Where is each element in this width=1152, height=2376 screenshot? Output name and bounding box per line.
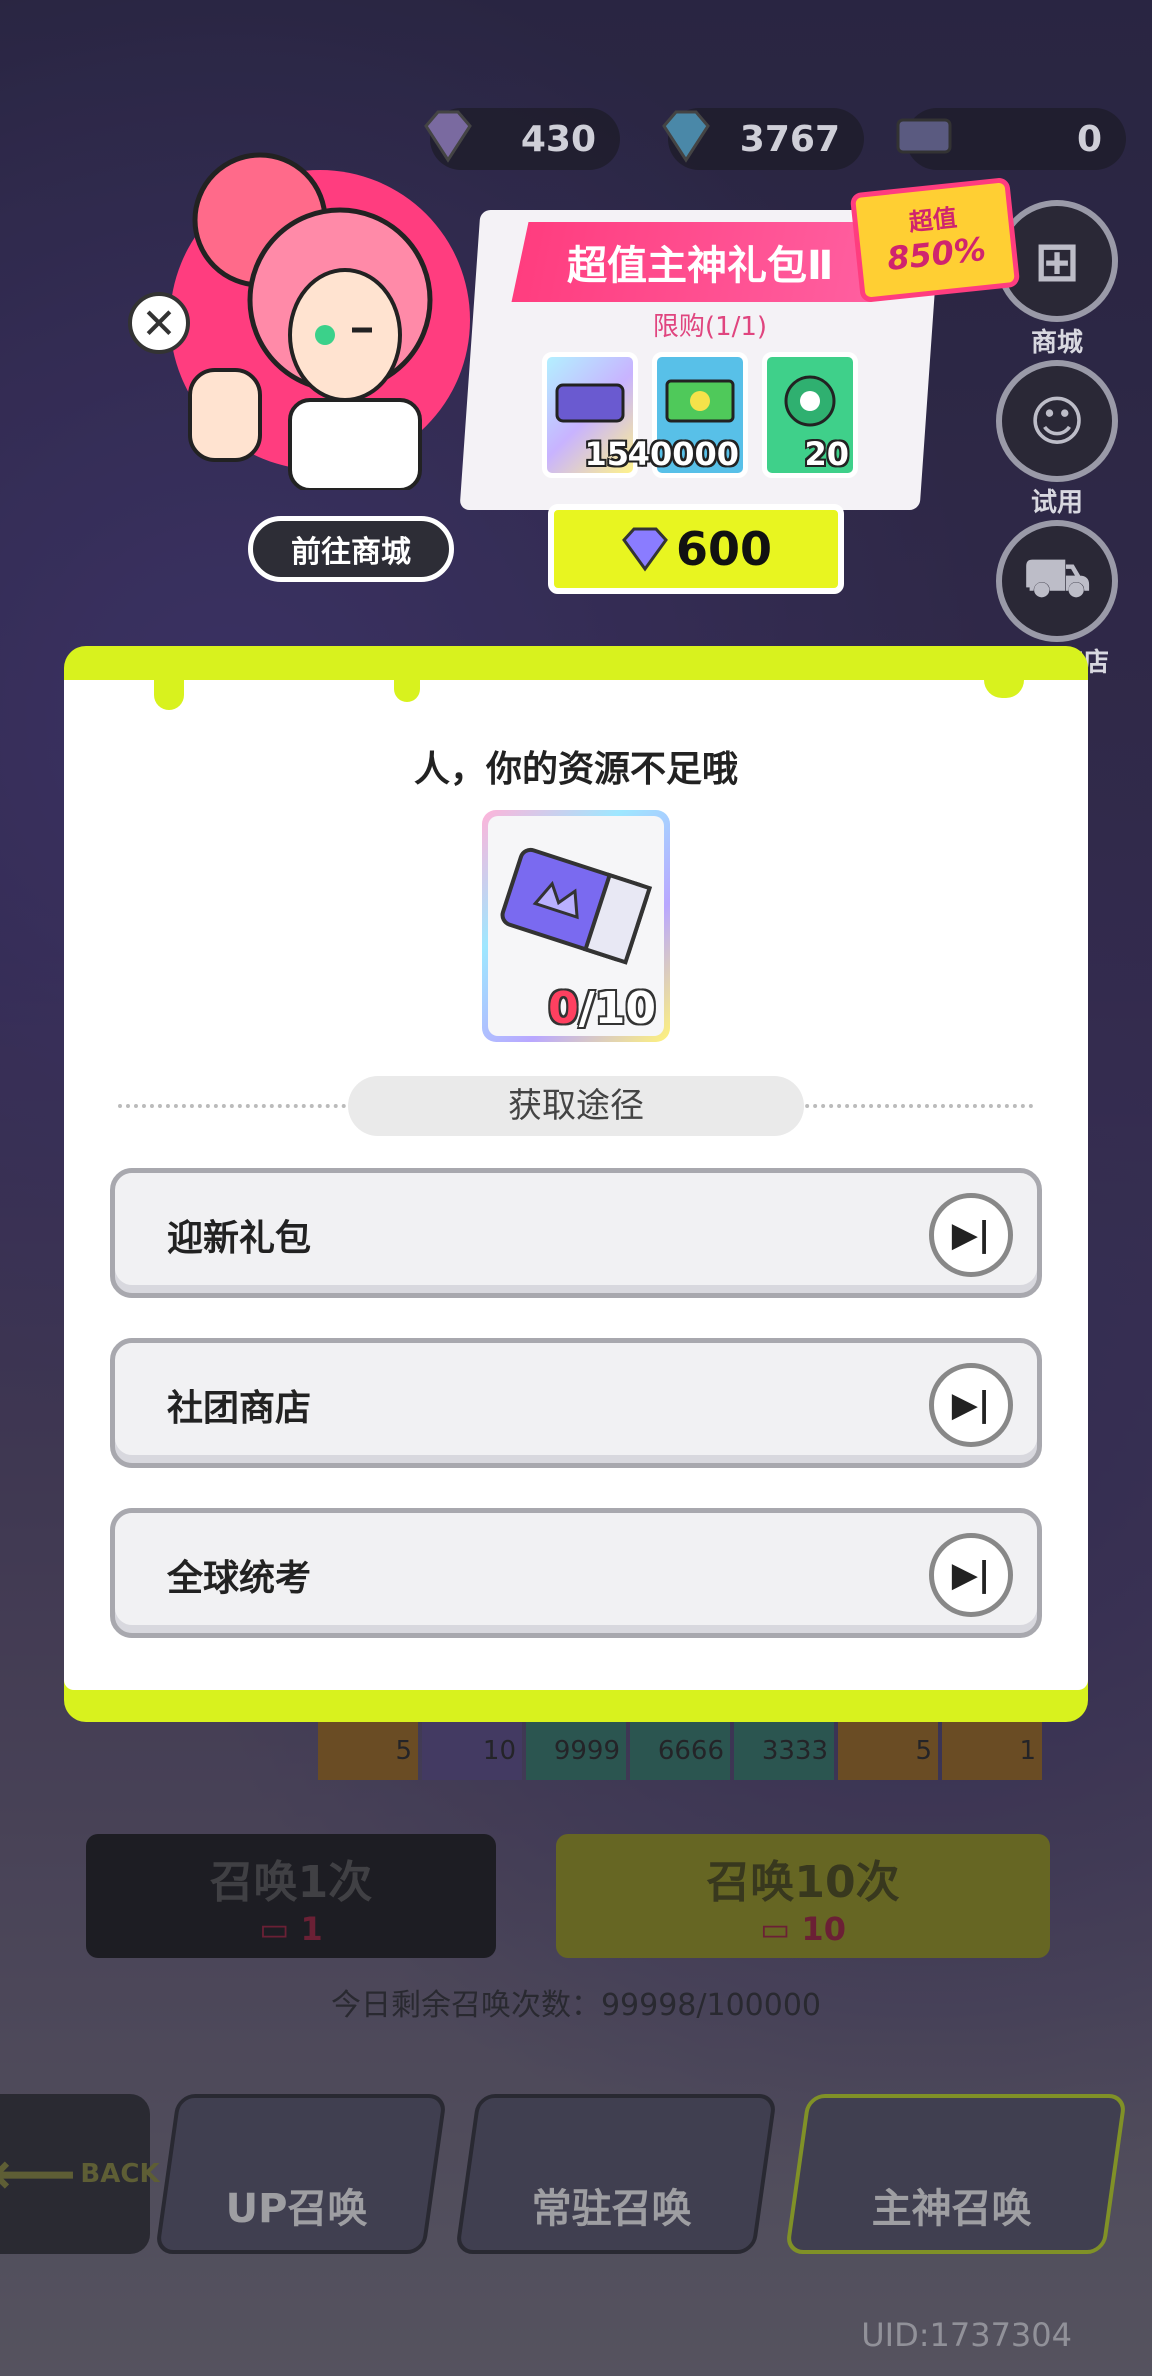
ticket-required: /10 xyxy=(578,983,656,1034)
skip-forward-icon: ▶| xyxy=(951,1555,991,1595)
route-row-global-exam[interactable]: 全球统考 ▶| xyxy=(110,1508,1042,1638)
gift-item-coin: 20 xyxy=(762,352,858,478)
dialog-title: 人，你的资源不足哦 xyxy=(413,749,738,790)
close-promo-button[interactable]: ✕ xyxy=(128,292,190,354)
skip-forward-icon: ▶| xyxy=(951,1215,991,1255)
gift-item-cash: 40000 xyxy=(628,352,748,478)
gift-item-count: 20 xyxy=(804,435,849,473)
currency-blue-gem: 3767 xyxy=(662,108,864,170)
side-trial-button[interactable]: ☺ 试用 xyxy=(992,360,1122,519)
go-to-route-button[interactable]: ▶| xyxy=(929,1363,1013,1447)
currency-value: 430 xyxy=(520,118,596,160)
go-to-route-button[interactable]: ▶| xyxy=(929,1533,1013,1617)
route-label: 全球统考 xyxy=(167,1558,312,1599)
currency-value: 0 xyxy=(1076,118,1102,160)
goto-shop-button[interactable]: 前往商城 xyxy=(248,516,454,582)
skip-forward-icon: ▶| xyxy=(951,1385,991,1425)
purchase-limit: 限购(1/1) xyxy=(652,312,768,342)
ticket-icon xyxy=(896,118,952,154)
route-row-welcome-pack[interactable]: 迎新礼包 ▶| xyxy=(110,1168,1042,1298)
blue-gem-icon xyxy=(662,110,710,163)
trial-person-icon: ☺ xyxy=(996,360,1118,482)
route-label: 迎新礼包 xyxy=(167,1218,312,1259)
acquire-routes-label: 获取途径 xyxy=(348,1076,804,1136)
route-label: 社团商店 xyxy=(167,1388,312,1429)
currency-ticket: 0 xyxy=(896,108,1126,170)
ticket-icon xyxy=(555,383,625,423)
cart-icon: ⛟ xyxy=(996,520,1118,642)
gift-item-count: 40000 xyxy=(627,435,739,473)
cash-icon xyxy=(665,379,735,423)
gift-item-count: 15 xyxy=(584,435,629,473)
slime-drip xyxy=(984,680,1024,698)
diamond-icon xyxy=(622,527,668,572)
ticket-progress: 0/10 xyxy=(548,983,656,1034)
required-ticket-card: 0/10 xyxy=(482,810,670,1042)
gift-item-ticket: 15 xyxy=(542,352,638,478)
price-value: 600 xyxy=(675,522,773,576)
promo-title-text: 超值主神礼包Ⅱ xyxy=(566,243,834,289)
buy-price-button[interactable]: 600 xyxy=(548,504,844,594)
currency-value: 3767 xyxy=(739,118,840,160)
mascot-girl-illustration xyxy=(170,152,470,490)
side-trial-label: 试用 xyxy=(1030,488,1083,518)
summon-ticket-icon xyxy=(500,847,653,965)
close-icon: ✕ xyxy=(141,298,177,348)
shop-bag-icon: ⊞ xyxy=(996,200,1118,322)
coin-icon xyxy=(784,375,836,427)
go-to-route-button[interactable]: ▶| xyxy=(929,1193,1013,1277)
dialog-body: 人，你的资源不足哦 0/10 获取途径 迎新礼包 ▶| 社团商店 ▶| 全球统考… xyxy=(64,680,1088,1690)
slime-drip xyxy=(154,680,184,710)
promo-title: 超值主神礼包Ⅱ xyxy=(511,222,889,302)
slime-drip xyxy=(394,680,420,702)
insufficient-resource-dialog: 人，你的资源不足哦 0/10 获取途径 迎新礼包 ▶| 社团商店 ▶| 全球统考… xyxy=(64,646,1088,1722)
value-tag: 超值 850% xyxy=(855,182,1015,298)
ticket-owned: 0 xyxy=(548,983,579,1034)
route-row-club-shop[interactable]: 社团商店 ▶| xyxy=(110,1338,1042,1468)
side-shop-label: 商城 xyxy=(1030,328,1083,358)
